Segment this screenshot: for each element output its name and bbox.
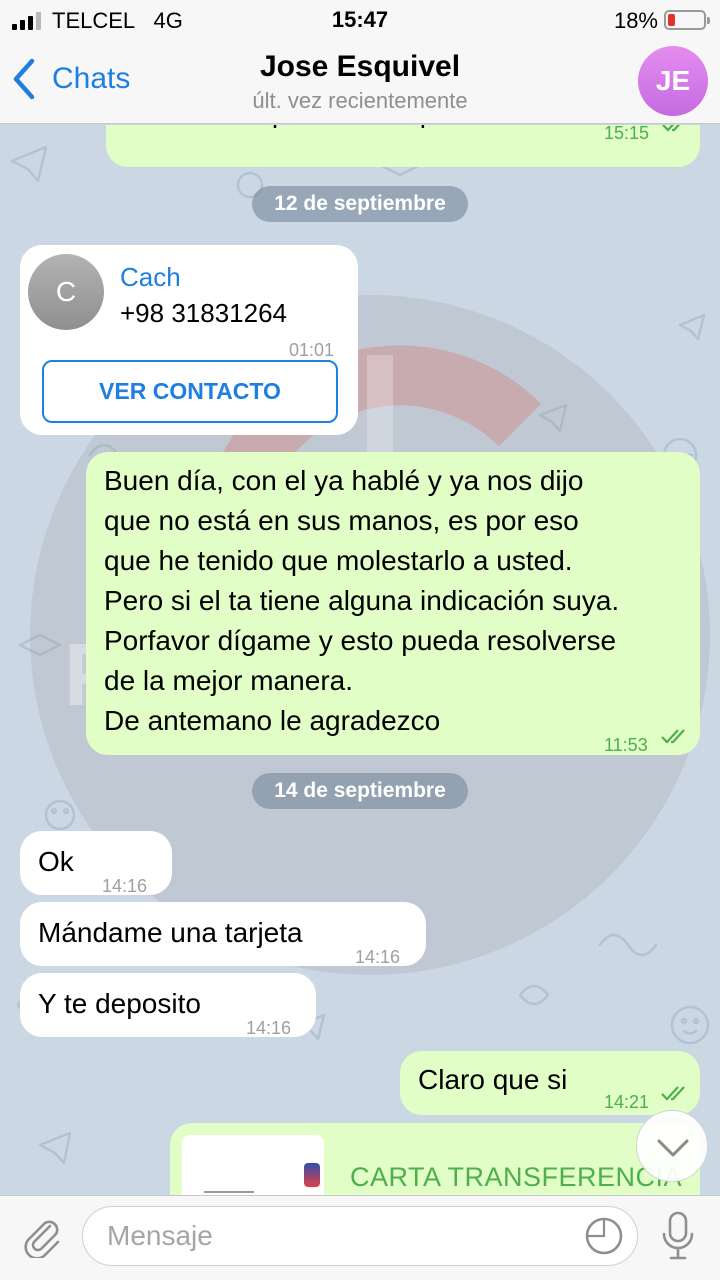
message-bubble-incoming[interactable]: Y te deposito 14:16: [20, 973, 316, 1038]
message-input-bar: [0, 1195, 720, 1280]
message-line: de la mejor manera.: [104, 665, 354, 696]
message-bubble-incoming[interactable]: Mándame una tarjeta 14:16: [20, 902, 426, 967]
message-bubble-outgoing[interactable]: Buen día, con el ya hablé y ya nos dijo …: [86, 452, 700, 755]
contact-name-title[interactable]: Jose Esquivel: [160, 50, 560, 84]
contact-card-name[interactable]: Cach: [120, 257, 181, 297]
read-check-icon: [662, 125, 681, 132]
battery-icon: [664, 10, 710, 30]
message-bubble-incoming[interactable]: Ok 14:16: [20, 831, 172, 896]
chat-messages-area[interactable]: PERIODISMO SIN PERMISO Saludos de parte …: [0, 125, 720, 1195]
message-time: 14:16: [355, 947, 401, 967]
date-separator: 12 de septiembre: [252, 186, 468, 222]
message-time: 14:16: [102, 876, 148, 896]
chevron-left-icon: [13, 58, 35, 100]
message-line: que he tenido que molestarlo a usted.: [104, 545, 573, 576]
message-input[interactable]: [82, 1206, 638, 1266]
view-contact-button[interactable]: VER CONTACTO: [42, 360, 338, 423]
message-time: 11:53: [604, 735, 648, 755]
file-message-bubble[interactable]: CARTA TRANSFERENCIA: [170, 1123, 700, 1195]
message-line: Pero si el ta tiene alguna indicación su…: [104, 585, 620, 616]
message-line: que no está en sus manos, es por eso: [104, 505, 579, 536]
contact-avatar[interactable]: JE: [638, 46, 708, 116]
message-text: Ok: [38, 846, 74, 877]
message-text: Claro que si: [418, 1064, 568, 1095]
read-check-icon: [661, 729, 685, 744]
contact-card-phone: +98 31831264: [120, 298, 288, 328]
file-thumbnail[interactable]: [182, 1135, 324, 1195]
message-line: De antemano le agradezco: [104, 705, 441, 736]
contact-card-message[interactable]: C Cach +98 31831264 01:01 VER CONTACTO: [20, 245, 358, 435]
message-bubble-outgoing[interactable]: Saludos de parte de mi padre 15:15: [106, 125, 700, 167]
chevron-down-icon: [657, 1139, 689, 1157]
sticker-icon[interactable]: [584, 1216, 624, 1256]
read-check-icon: [661, 1086, 685, 1101]
message-time: 14:16: [246, 1018, 292, 1038]
back-button[interactable]: Chats: [10, 54, 130, 104]
message-time: 15:15: [604, 125, 650, 143]
chat-header: Chats Jose Esquivel últ. vez recientemen…: [0, 40, 720, 124]
document-logo-icon: [304, 1163, 320, 1187]
status-bar: TELCEL 4G 15:47 18%: [0, 0, 720, 40]
battery-percent: 18%: [613, 8, 658, 33]
scroll-to-bottom-button[interactable]: [636, 1110, 708, 1182]
date-separator: 14 de septiembre: [252, 773, 468, 809]
attach-icon[interactable]: [20, 1214, 64, 1258]
back-label: Chats: [52, 62, 131, 95]
microphone-icon[interactable]: [660, 1210, 696, 1262]
message-text: Mándame una tarjeta: [38, 917, 303, 948]
message-line: Porfavor dígame y esto pueda resolverse: [104, 625, 617, 656]
message-line: Buen día, con el ya hablé y ya nos dijo: [104, 465, 584, 496]
message-text: Saludos de parte de mi padre: [124, 125, 491, 133]
file-title: CARTA TRANSFERENCIA: [350, 1162, 683, 1192]
contact-card-avatar: C: [28, 254, 104, 330]
message-text: Buen día, con el ya hablé y ya nos dijo …: [104, 461, 619, 741]
document-text-line: [204, 1191, 254, 1193]
message-bubble-outgoing[interactable]: Claro que si 14:21: [400, 1051, 700, 1115]
message-text: Y te deposito: [38, 988, 201, 1019]
status-time: 15:47: [331, 7, 389, 32]
last-seen-status: últ. vez recientemente: [252, 88, 468, 113]
